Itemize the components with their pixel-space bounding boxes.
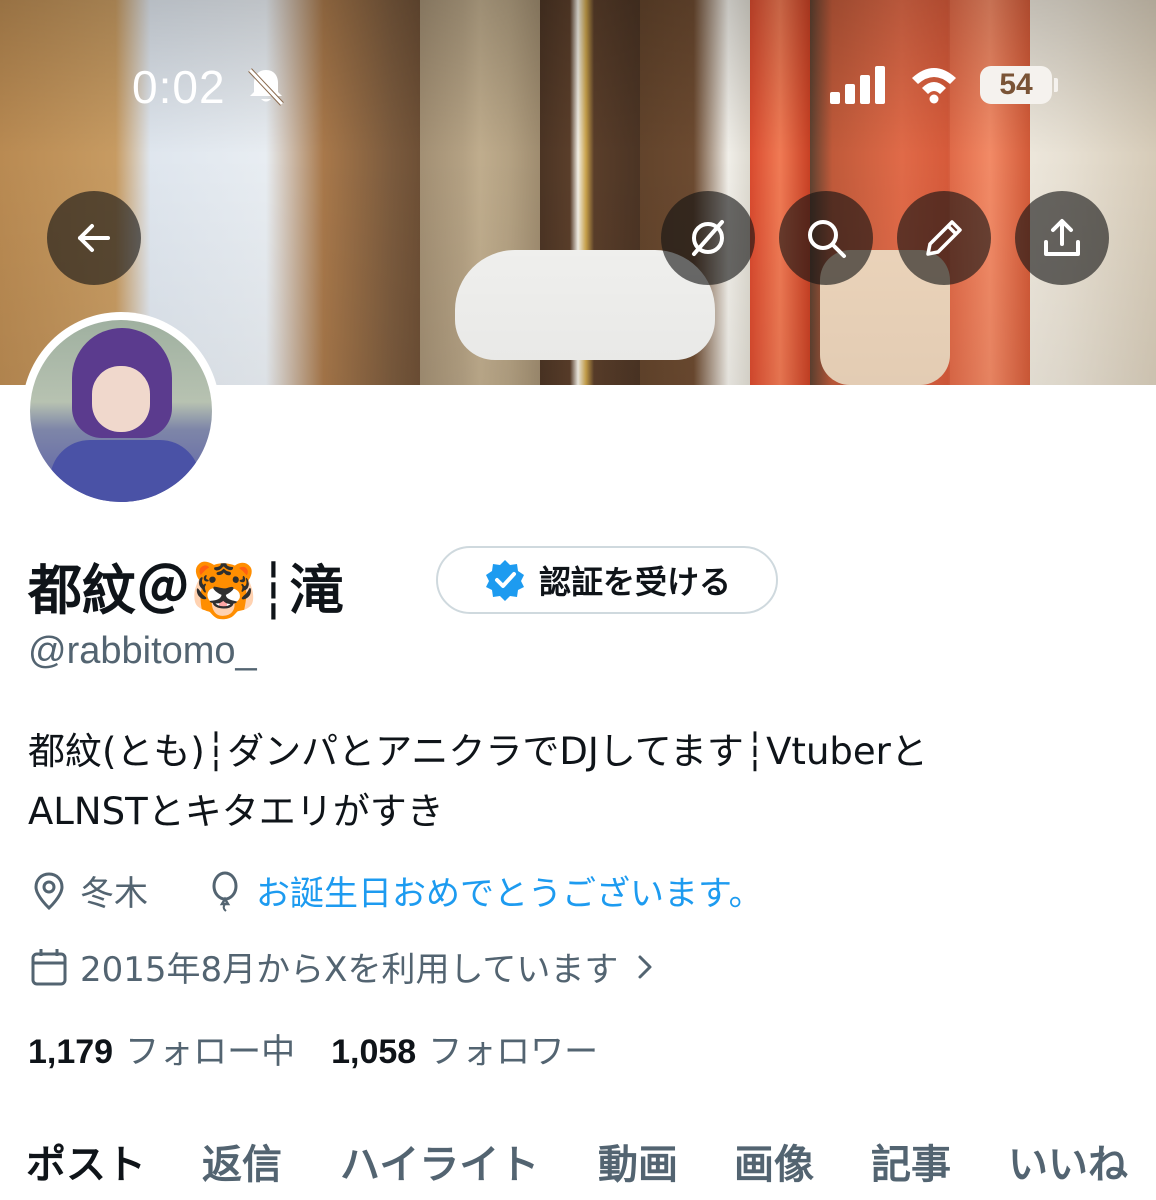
bio-line: ALNSTとキタエリがすき bbox=[28, 790, 444, 833]
followers-count: 1,058 bbox=[331, 1033, 417, 1071]
tab-likes[interactable]: いいね bbox=[1008, 1132, 1128, 1190]
cellular-signal-icon bbox=[830, 66, 885, 104]
arrow-left-icon bbox=[78, 224, 110, 252]
edit-button[interactable] bbox=[897, 191, 991, 285]
grok-button[interactable] bbox=[661, 191, 755, 285]
avatar[interactable] bbox=[22, 312, 220, 510]
followers-link[interactable]: 1,058 フォロワー bbox=[331, 1024, 598, 1073]
display-name: 都紋＠🐯┆滝 bbox=[28, 559, 344, 622]
joined-row[interactable]: 2015年8月からXを利用しています bbox=[28, 942, 670, 991]
tab-replies[interactable]: 返信 bbox=[202, 1132, 282, 1190]
balloon-icon bbox=[212, 871, 238, 912]
following-link[interactable]: 1,179 フォロー中 bbox=[28, 1024, 295, 1073]
profile-meta-row: 冬木 お誕生日おめでとうございます。 bbox=[28, 866, 763, 915]
location-pin-icon bbox=[34, 871, 64, 910]
follow-stats: 1,179 フォロー中 1,058 フォロワー bbox=[28, 1024, 598, 1073]
bell-slash-icon bbox=[248, 68, 284, 106]
back-button[interactable] bbox=[47, 191, 141, 285]
joined-text: 2015年8月からXを利用しています bbox=[80, 950, 619, 990]
chevron-right-icon bbox=[638, 955, 652, 978]
profile-tabs: ポスト 返信 ハイライト 動画 画像 記事 いいね bbox=[0, 1132, 1156, 1200]
avatar-image bbox=[30, 320, 212, 502]
battery-nub bbox=[1054, 78, 1058, 92]
battery-indicator: 54 bbox=[980, 66, 1052, 104]
bio: 都紋(とも)┆ダンパとアニクラでDJしてます┆Vtuberと ALNSTとキタエ… bbox=[28, 722, 1128, 842]
search-icon bbox=[808, 220, 846, 258]
tab-highlights[interactable]: ハイライト bbox=[340, 1132, 539, 1190]
following-count: 1,179 bbox=[28, 1033, 114, 1071]
search-button[interactable] bbox=[779, 191, 873, 285]
tab-posts[interactable]: ポスト bbox=[26, 1132, 146, 1190]
tab-videos[interactable]: 動画 bbox=[598, 1132, 678, 1190]
tab-media[interactable]: 画像 bbox=[734, 1132, 814, 1190]
tab-articles[interactable]: 記事 bbox=[871, 1132, 951, 1190]
pencil-icon bbox=[926, 220, 962, 256]
location-text: 冬木 bbox=[80, 874, 148, 914]
wifi-icon bbox=[912, 68, 956, 104]
get-verified-label: 認証を受ける bbox=[538, 563, 731, 601]
followers-label: フォロワー bbox=[428, 1032, 599, 1072]
get-verified-button[interactable]: 認証を受ける bbox=[436, 546, 778, 614]
grok-icon bbox=[692, 220, 724, 256]
birthday-link[interactable]: お誕生日おめでとうございます。 bbox=[256, 866, 763, 915]
share-button[interactable] bbox=[1015, 191, 1109, 285]
status-time: 0:02 bbox=[132, 61, 226, 113]
avatar-image-detail bbox=[92, 366, 150, 432]
avatar-image-detail bbox=[50, 440, 200, 502]
calendar-icon bbox=[31, 948, 67, 985]
verified-badge-icon bbox=[485, 560, 524, 601]
bio-line: 都紋(とも)┆ダンパとアニクラでDJしてます┆Vtuberと bbox=[28, 730, 928, 773]
handle: @rabbitomo_ bbox=[28, 630, 257, 672]
share-icon bbox=[1044, 219, 1080, 256]
following-label: フォロー中 bbox=[125, 1032, 296, 1072]
